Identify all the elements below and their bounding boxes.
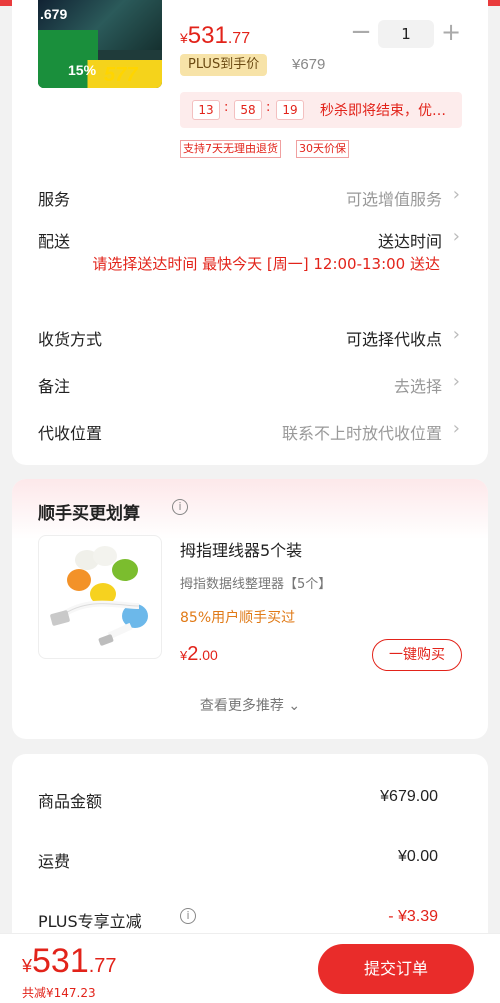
bundle-price-decimal: .00 <box>198 647 218 663</box>
product-price: ¥531.77 <box>180 22 250 50</box>
delivery-time-note: 请选择送达时间 最快今天 [周一] 12:00-13:00 送达 <box>92 255 440 273</box>
remark-row[interactable]: 备注 去选择 › <box>38 371 462 399</box>
plus-discount-value: - ¥3.39 <box>388 908 438 925</box>
total-currency: ¥ <box>22 956 33 976</box>
return-policy-badge: 支持7天无理由退货 <box>180 140 281 158</box>
bundle-recommend-card: 顺手买更划算 i 拇指理线器5个装 拇指数据线整理器【5个】 85%用户顺手买过… <box>12 479 488 739</box>
service-row[interactable]: 服务 可选增值服务 › <box>38 184 462 212</box>
price-currency: ¥ <box>180 30 188 46</box>
countdown-hours: 13 <box>192 100 220 120</box>
total-decimal: .77 <box>88 955 117 977</box>
chevron-right-icon: › <box>452 184 460 205</box>
delivery-label: 配送 <box>38 232 71 251</box>
quantity-input[interactable]: 1 <box>378 20 434 48</box>
remark-value: 去选择 <box>393 377 442 396</box>
flash-sale-message: 秒杀即将结束，优惠即将恢复原价 <box>320 103 458 119</box>
flash-sale-banner: 13 : 58 : 19 秒杀即将结束，优惠即将恢复原价 <box>180 92 462 128</box>
delivery-value: 送达时间 <box>377 232 442 251</box>
goods-amount-value: ¥679.00 <box>380 788 438 805</box>
thumbnail-percent: 15% <box>68 62 97 78</box>
thumbnail-big-price: 577 <box>104 64 138 86</box>
chevron-right-icon: › <box>452 418 460 439</box>
receive-method-value: 可选择代收点 <box>345 330 442 349</box>
bundle-product-image[interactable] <box>38 535 162 659</box>
countdown-seconds: 19 <box>276 100 304 120</box>
receive-method-label: 收货方式 <box>38 330 103 349</box>
service-label: 服务 <box>38 190 71 209</box>
service-value: 可选增值服务 <box>345 190 442 209</box>
bundle-price: ¥2.00 <box>180 643 218 666</box>
delivery-row[interactable]: 配送 送达时间 › <box>38 226 462 254</box>
submit-order-button[interactable]: 提交订单 <box>318 944 474 994</box>
freight-label: 运费 <box>38 852 71 871</box>
quantity-increase-button[interactable]: + <box>440 20 462 46</box>
see-more-recommendations-link[interactable]: 查看更多推荐 ⌄ <box>12 695 488 715</box>
remark-label: 备注 <box>38 377 71 396</box>
freight-row: 运费 ¥0.00 <box>38 848 438 876</box>
countdown-minutes: 58 <box>234 100 262 120</box>
proxy-location-row[interactable]: 代收位置 联系不上时放代收位置 › <box>38 418 462 446</box>
product-thumbnail[interactable]: .679 15% 577 <box>38 0 162 88</box>
plus-price-tag: PLUS到手价 <box>180 54 268 76</box>
price-decimal: .77 <box>227 30 251 47</box>
info-icon[interactable]: i <box>172 499 188 515</box>
plus-discount-label: PLUS专享立减 <box>38 912 142 931</box>
goods-amount-label: 商品金额 <box>38 792 103 811</box>
receive-method-row[interactable]: 收货方式 可选择代收点 › <box>38 324 462 352</box>
bundle-title: 顺手买更划算 <box>38 504 140 524</box>
price-integer: 531 <box>187 22 228 49</box>
bundle-price-integer: 2 <box>187 643 199 665</box>
quantity-decrease-button[interactable]: − <box>350 19 372 46</box>
chevron-right-icon: › <box>452 371 460 392</box>
thumbnail-number: .679 <box>40 6 68 22</box>
chevron-right-icon: › <box>452 226 460 247</box>
bundle-popularity: 85%用户顺手买过 <box>180 610 296 626</box>
chevron-right-icon: › <box>452 324 460 345</box>
total-price: ¥531.77 <box>22 942 117 981</box>
bundle-product-subtitle: 拇指数据线整理器【5个】 <box>180 577 332 592</box>
checkout-bar: ¥531.77 共减¥147.23 提交订单 <box>0 933 500 1003</box>
bundle-product-name[interactable]: 拇指理线器5个装 <box>180 537 302 561</box>
total-saved-amount: 共减¥147.23 <box>22 986 96 1000</box>
freight-value: ¥0.00 <box>397 848 438 865</box>
info-icon[interactable]: i <box>180 908 196 924</box>
one-click-buy-button[interactable]: 一键购买 <box>372 639 462 671</box>
plus-discount-row: PLUS专享立减 i - ¥3.39 <box>38 908 438 936</box>
original-price: ¥679 <box>292 56 326 73</box>
countdown-colon: : <box>266 100 271 115</box>
thumbnail-promo-bar <box>38 60 162 88</box>
goods-amount-row: 商品金额 ¥679.00 <box>38 788 438 816</box>
cable-organizer-icon <box>50 546 148 646</box>
total-integer: 531 <box>32 942 89 980</box>
price-protect-badge: 30天价保 <box>296 140 349 158</box>
proxy-location-label: 代收位置 <box>38 424 103 443</box>
proxy-location-value: 联系不上时放代收位置 <box>281 424 442 443</box>
countdown-colon: : <box>224 100 229 115</box>
